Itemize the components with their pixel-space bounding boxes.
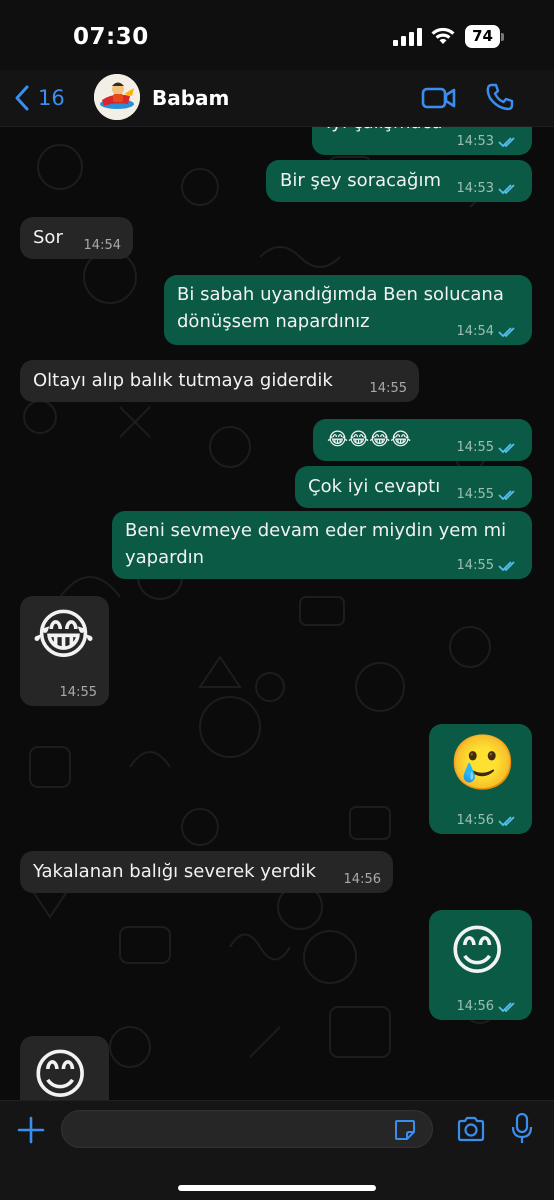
message-bubble[interactable]: Bi sabah uyandığımda Ben solucana dönüşs… bbox=[164, 275, 532, 345]
message-bubble[interactable]: Yakalanan balığı severek yerdik 14:56 bbox=[20, 851, 393, 893]
message-bubble[interactable]: 😊 bbox=[20, 1036, 109, 1100]
message-text: Çok iyi cevaptı bbox=[308, 476, 441, 497]
unread-count: 16 bbox=[38, 86, 65, 110]
message-meta: 14:54 bbox=[84, 238, 121, 254]
message-meta: 14:55 bbox=[457, 440, 518, 456]
message-bubble[interactable]: 🥲 14:56 bbox=[429, 724, 532, 834]
message-text: İyi çalışmaca bbox=[326, 127, 442, 136]
message-meta: 14:53 bbox=[457, 134, 518, 150]
message-text: Sor bbox=[33, 227, 63, 248]
status-time: 07:30 bbox=[73, 24, 149, 50]
emoji-message: 😊 bbox=[449, 919, 506, 982]
message-meta: 14:55 bbox=[457, 487, 518, 503]
contact-name[interactable]: Babam bbox=[152, 86, 229, 110]
message-bubble[interactable]: Çok iyi cevaptı 14:55 bbox=[295, 466, 532, 508]
message-meta: 14:56 bbox=[344, 872, 381, 888]
message-time: 14:54 bbox=[83, 238, 121, 253]
message-bubble[interactable]: İyi çalışmaca 14:53 bbox=[312, 127, 532, 155]
message-time: 14:53 bbox=[456, 134, 494, 149]
message-time: 14:55 bbox=[59, 685, 97, 700]
message-bubble[interactable]: Bir şey soracağım 14:53 bbox=[266, 160, 532, 202]
message-meta: 14:54 bbox=[457, 324, 518, 340]
message-bubble[interactable]: Beni sevmeye devam eder miydin yem mi ya… bbox=[112, 511, 532, 579]
message-bubble[interactable]: 😂 14:55 bbox=[20, 596, 109, 706]
message-meta: 14:56 bbox=[457, 813, 518, 829]
message-bubble[interactable]: Oltayı alıp balık tutmaya giderdik 14:55 bbox=[20, 360, 419, 402]
read-receipt-icon bbox=[498, 443, 515, 454]
message-meta: 14:55 bbox=[457, 558, 518, 574]
camera-icon[interactable] bbox=[456, 1116, 486, 1142]
message-time: 14:54 bbox=[456, 324, 494, 339]
message-bubble[interactable]: 😂😂😂😂 14:55 bbox=[313, 419, 532, 461]
message-text: Bir şey soracağım bbox=[280, 170, 442, 191]
microphone-icon[interactable] bbox=[511, 1113, 533, 1145]
read-receipt-icon bbox=[498, 816, 515, 827]
message-input[interactable] bbox=[62, 1111, 382, 1147]
emoji-message: 😊 bbox=[32, 1043, 89, 1101]
message-text: 😂😂😂😂 bbox=[327, 429, 412, 450]
message-bubble[interactable]: 😊 14:56 bbox=[429, 910, 532, 1020]
message-time: 14:56 bbox=[456, 999, 494, 1014]
message-text: Oltayı alıp balık tutmaya giderdik bbox=[33, 370, 333, 391]
plus-icon[interactable] bbox=[16, 1115, 46, 1145]
chevron-left-icon bbox=[15, 85, 29, 111]
status-bar: 07:30 74 bbox=[0, 0, 554, 70]
battery-indicator: 74 bbox=[465, 25, 505, 48]
emoji-message: 🥲 bbox=[449, 731, 517, 794]
message-time: 14:56 bbox=[343, 872, 381, 887]
cellular-signal-icon bbox=[393, 28, 422, 46]
phone-call-icon[interactable] bbox=[485, 82, 515, 112]
message-time: 14:55 bbox=[456, 487, 494, 502]
message-meta: 14:55 bbox=[60, 685, 97, 701]
home-indicator[interactable] bbox=[178, 1185, 376, 1191]
read-receipt-icon bbox=[498, 137, 515, 148]
composer-bar bbox=[0, 1100, 554, 1200]
message-text: Yakalanan balığı severek yerdik bbox=[33, 861, 316, 882]
chat-header: 16 Babam bbox=[0, 70, 554, 127]
avatar-image bbox=[94, 74, 140, 120]
message-input-field[interactable] bbox=[61, 1110, 433, 1148]
video-call-icon[interactable] bbox=[421, 84, 457, 112]
read-receipt-icon bbox=[498, 184, 515, 195]
message-time: 14:53 bbox=[456, 181, 494, 196]
message-time: 14:55 bbox=[456, 440, 494, 455]
read-receipt-icon bbox=[498, 561, 515, 572]
message-bubble[interactable]: Sor 14:54 bbox=[20, 217, 133, 259]
read-receipt-icon bbox=[498, 490, 515, 501]
message-time: 14:55 bbox=[369, 381, 407, 396]
sticker-icon[interactable] bbox=[393, 1118, 417, 1142]
emoji-message: 😂 bbox=[32, 603, 96, 666]
back-button[interactable]: 16 bbox=[14, 82, 65, 114]
message-meta: 14:56 bbox=[457, 999, 518, 1015]
read-receipt-icon bbox=[498, 1002, 515, 1013]
message-meta: 14:55 bbox=[370, 381, 407, 397]
message-time: 14:55 bbox=[456, 558, 494, 573]
message-meta: 14:53 bbox=[457, 181, 518, 197]
wifi-icon bbox=[431, 27, 455, 44]
message-time: 14:56 bbox=[456, 813, 494, 828]
message-list[interactable]: İyi çalışmaca 14:53 Bir şey soracağım 14… bbox=[0, 127, 554, 1100]
battery-level: 74 bbox=[472, 27, 493, 45]
read-receipt-icon bbox=[498, 327, 515, 338]
avatar[interactable] bbox=[94, 74, 140, 120]
